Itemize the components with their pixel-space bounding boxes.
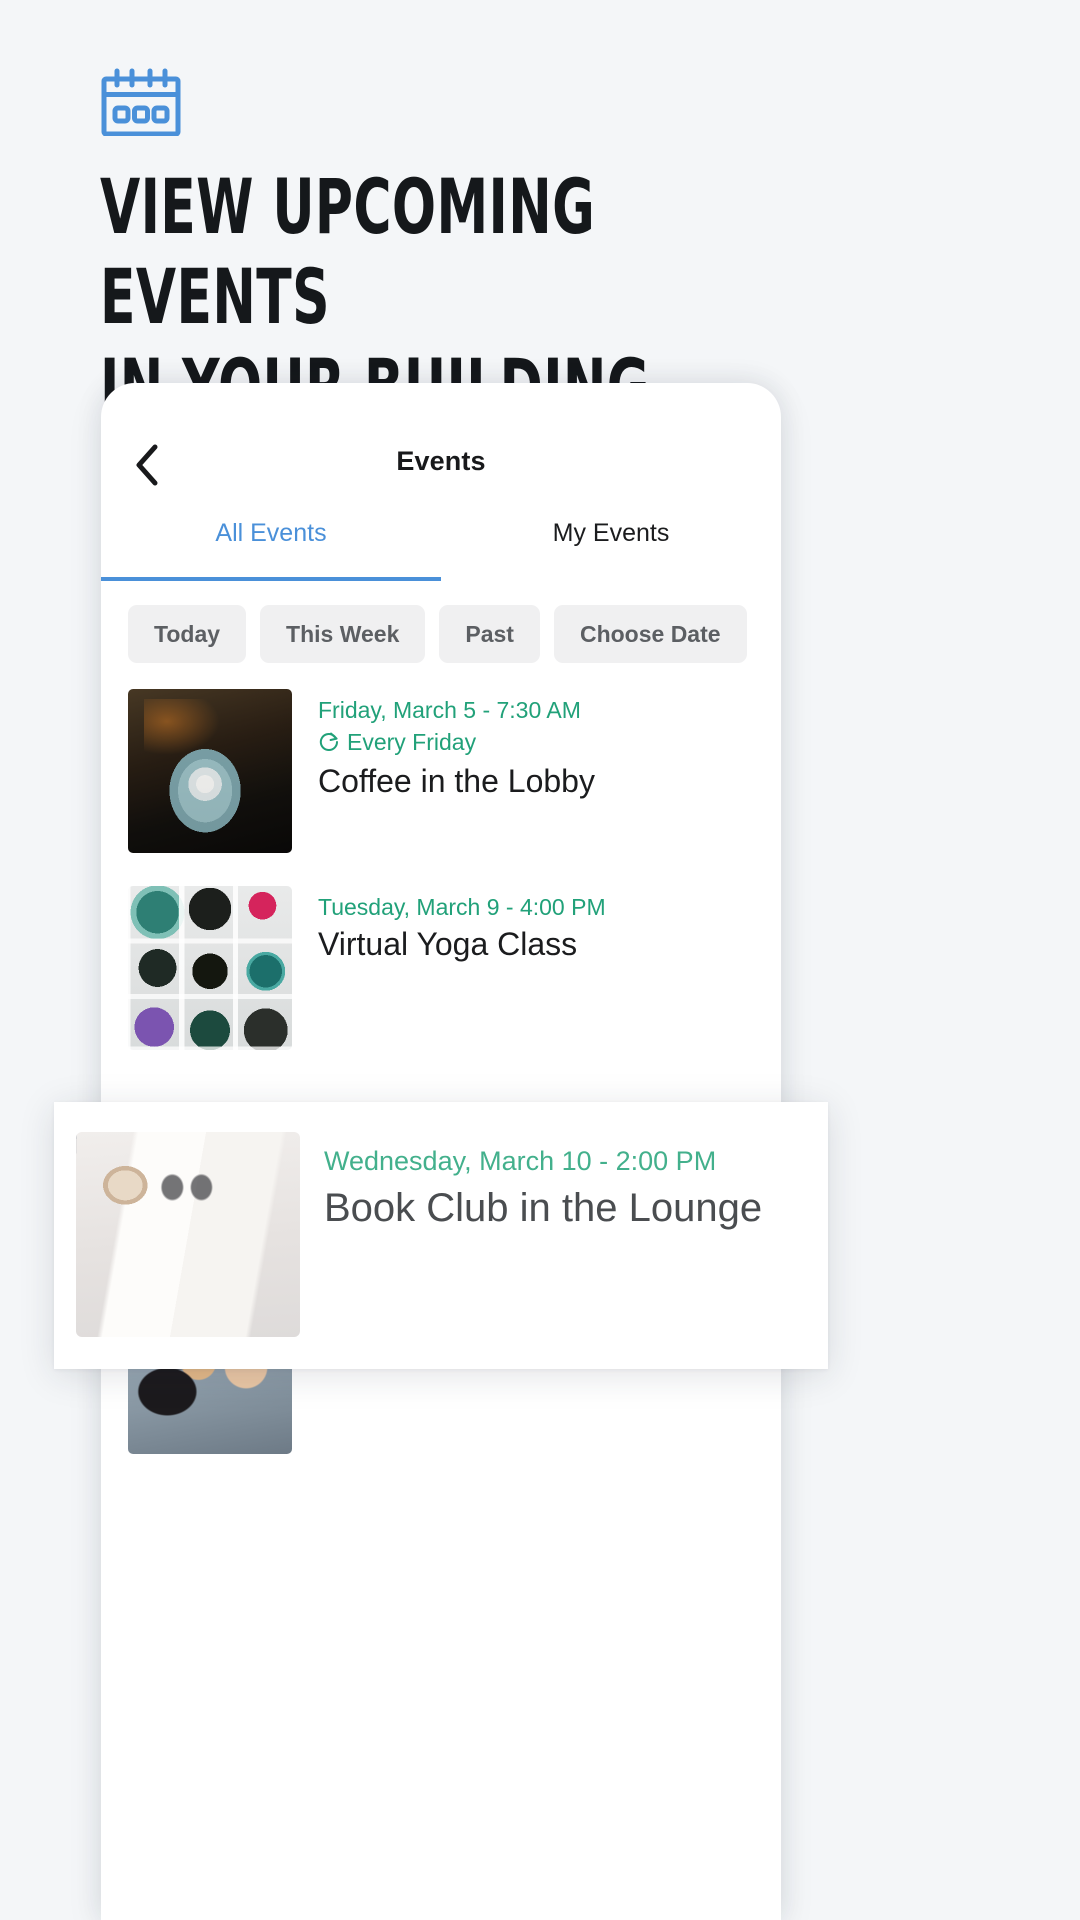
featured-event-card[interactable]: Wednesday, March 10 - 2:00 PM Book Club … bbox=[54, 1102, 828, 1369]
event-date: Tuesday, March 9 - 4:00 PM bbox=[318, 894, 606, 920]
event-date: Wednesday, March 10 - 2:00 PM bbox=[324, 1146, 717, 1176]
event-thumbnail bbox=[76, 1132, 300, 1337]
filter-chip-row: Today This Week Past Choose Date bbox=[101, 581, 781, 663]
repeat-icon bbox=[319, 732, 338, 752]
event-thumbnail bbox=[128, 689, 292, 853]
nav-title: Events bbox=[396, 446, 486, 476]
list-item[interactable]: Tuesday, March 9 - 4:00 PM Virtual Yoga … bbox=[101, 886, 781, 1050]
event-title: Coffee in the Lobby bbox=[318, 763, 595, 799]
event-recurrence-label: Every Friday bbox=[347, 729, 477, 755]
list-item[interactable]: Friday, March 5 - 7:30 AM Every Friday C… bbox=[101, 689, 781, 853]
tab-my-events[interactable]: My Events bbox=[441, 511, 781, 581]
event-thumbnail bbox=[128, 886, 292, 1050]
event-title: Virtual Yoga Class bbox=[318, 926, 578, 962]
tab-bar: All Events My Events bbox=[101, 511, 781, 581]
event-title: Book Club in the Lounge bbox=[324, 1186, 763, 1230]
filter-chip-choose-date[interactable]: Choose Date bbox=[553, 605, 747, 663]
event-recurrence: Every Friday bbox=[318, 725, 595, 759]
filter-chip-past[interactable]: Past bbox=[439, 605, 540, 663]
event-date: Friday, March 5 - 7:30 AM bbox=[318, 697, 581, 723]
calendar-icon bbox=[101, 68, 181, 137]
nav-bar: Events bbox=[101, 383, 781, 511]
filter-chip-today[interactable]: Today bbox=[128, 605, 247, 663]
tab-all-events[interactable]: All Events bbox=[101, 511, 441, 581]
filter-chip-this-week[interactable]: This Week bbox=[260, 605, 426, 663]
